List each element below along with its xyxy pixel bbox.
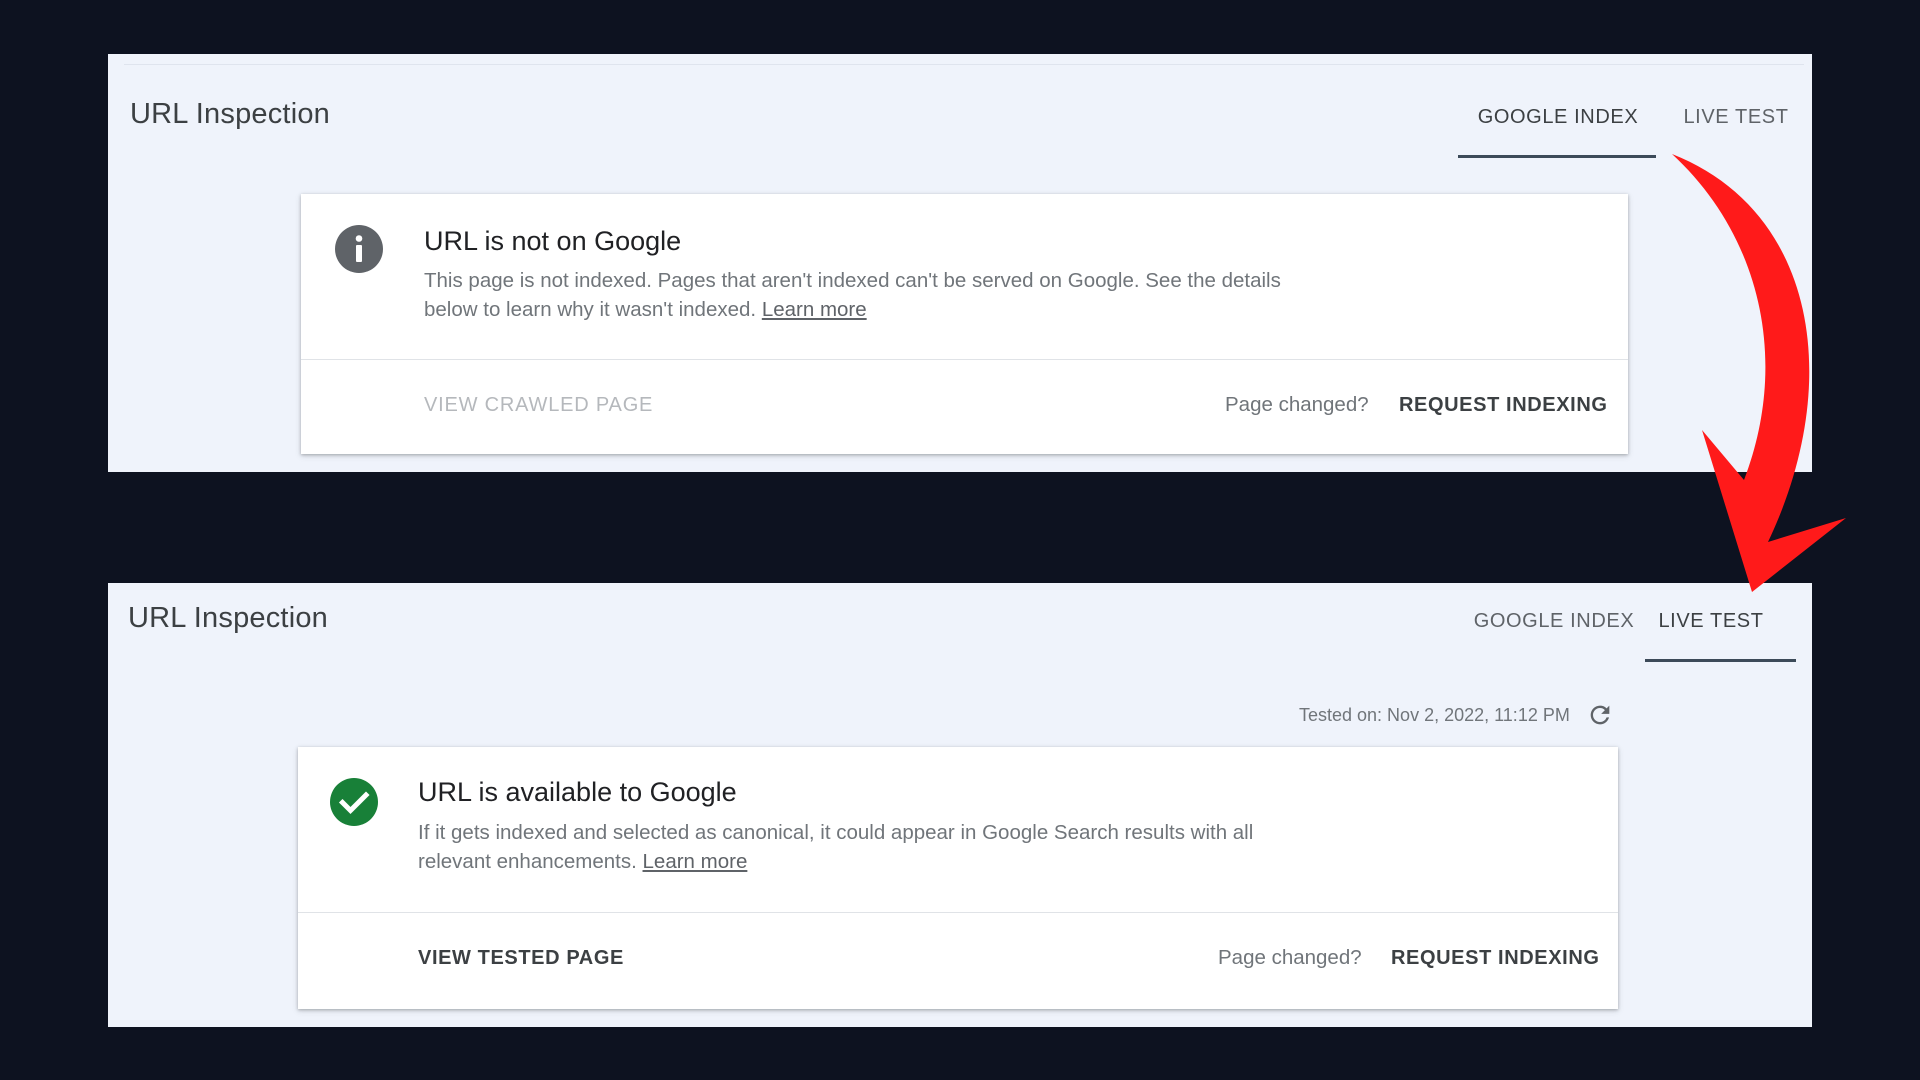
status-description: If it gets indexed and selected as canon… bbox=[418, 818, 1278, 876]
curved-arrow-icon bbox=[1672, 154, 1846, 592]
info-icon bbox=[335, 225, 383, 273]
learn-more-link[interactable]: Learn more bbox=[643, 850, 748, 873]
tab-active-indicator bbox=[1458, 155, 1656, 158]
view-crawled-page-button[interactable]: VIEW CRAWLED PAGE bbox=[424, 394, 653, 417]
divider bbox=[124, 64, 1804, 65]
page-changed-label: Page changed? bbox=[1218, 946, 1362, 969]
card-divider bbox=[298, 912, 1618, 913]
status-card: URL is available to Google If it gets in… bbox=[298, 747, 1618, 1009]
status-title: URL is available to Google bbox=[418, 777, 737, 807]
tab-live-test[interactable]: LIVE TEST bbox=[1674, 106, 1798, 129]
tab-active-indicator bbox=[1645, 659, 1796, 662]
learn-more-link[interactable]: Learn more bbox=[762, 298, 867, 321]
request-indexing-button[interactable]: REQUEST INDEXING bbox=[1391, 947, 1600, 970]
request-indexing-button[interactable]: REQUEST INDEXING bbox=[1399, 394, 1608, 417]
panel-title: URL Inspection bbox=[128, 602, 328, 634]
url-inspection-panel-google-index: URL Inspection GOOGLE INDEX LIVE TEST UR… bbox=[108, 54, 1812, 472]
panel-title: URL Inspection bbox=[130, 98, 330, 130]
url-inspection-panel-live-test: URL Inspection GOOGLE INDEX LIVE TEST Te… bbox=[108, 583, 1812, 1027]
tested-on-timestamp: Tested on: Nov 2, 2022, 11:12 PM bbox=[1299, 705, 1570, 725]
tab-live-test[interactable]: LIVE TEST bbox=[1644, 610, 1778, 633]
card-divider bbox=[301, 359, 1628, 360]
page-changed-label: Page changed? bbox=[1225, 393, 1369, 416]
status-card: URL is not on Google This page is not in… bbox=[301, 194, 1628, 454]
status-title: URL is not on Google bbox=[424, 226, 682, 256]
view-tested-page-button[interactable]: VIEW TESTED PAGE bbox=[418, 947, 624, 970]
status-description-text: If it gets indexed and selected as canon… bbox=[418, 821, 1254, 873]
status-description: This page is not indexed. Pages that are… bbox=[424, 266, 1284, 324]
check-circle-icon bbox=[330, 778, 378, 826]
refresh-icon[interactable] bbox=[1586, 701, 1614, 729]
tab-google-index[interactable]: GOOGLE INDEX bbox=[1464, 610, 1644, 633]
tab-google-index[interactable]: GOOGLE INDEX bbox=[1460, 106, 1656, 129]
